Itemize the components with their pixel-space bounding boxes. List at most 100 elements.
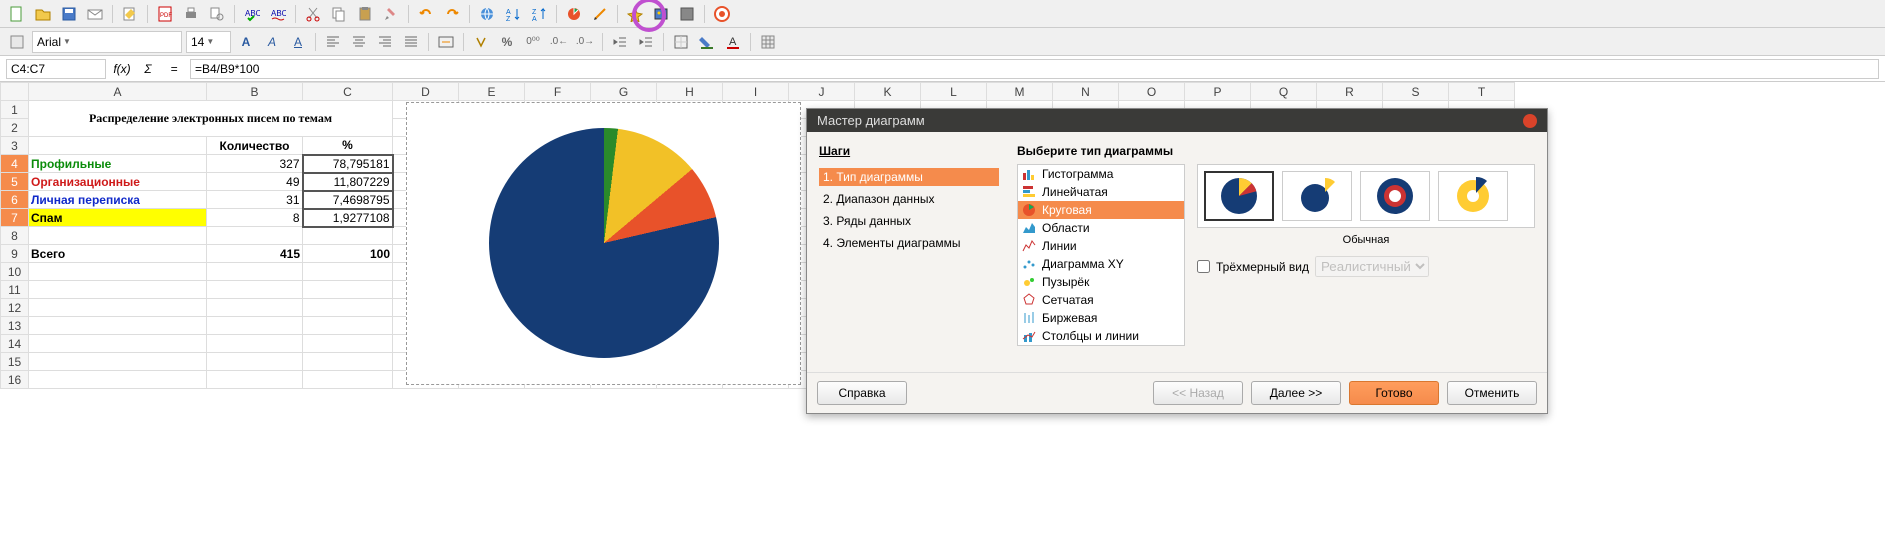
formatting-toolbar: Arial▼ 14▼ A A A % 0⁰⁰ .0← .0→ A bbox=[0, 28, 1885, 56]
sort-asc-icon[interactable]: AZ bbox=[502, 3, 524, 25]
edit-icon[interactable] bbox=[119, 3, 141, 25]
borders-icon[interactable] bbox=[670, 31, 692, 53]
percent-icon[interactable]: % bbox=[496, 31, 518, 53]
save-icon[interactable] bbox=[58, 3, 80, 25]
choose-type-heading: Выберите тип диаграммы bbox=[1017, 144, 1535, 158]
cancel-button[interactable]: Отменить bbox=[1447, 381, 1537, 405]
paste-icon[interactable] bbox=[354, 3, 376, 25]
increase-indent-icon[interactable] bbox=[635, 31, 657, 53]
main-toolbar: PDF ABC ABC AZ ZA bbox=[0, 0, 1885, 28]
align-left-icon[interactable] bbox=[322, 31, 344, 53]
font-size-select[interactable]: 14▼ bbox=[186, 31, 231, 53]
svg-text:ABC: ABC bbox=[271, 9, 286, 18]
font-name-select[interactable]: Arial▼ bbox=[32, 31, 182, 53]
new-doc-icon[interactable] bbox=[6, 3, 28, 25]
redo-icon[interactable] bbox=[441, 3, 463, 25]
select-3d-style: Реалистичный bbox=[1315, 256, 1429, 277]
drawing-icon[interactable] bbox=[589, 3, 611, 25]
email-icon[interactable] bbox=[84, 3, 106, 25]
svg-text:Z: Z bbox=[532, 9, 537, 16]
print-icon[interactable] bbox=[180, 3, 202, 25]
wizard-steps: Шаги 1. Тип диаграммы 2. Диапазон данных… bbox=[819, 144, 999, 360]
remove-decimal-icon[interactable]: .0→ bbox=[574, 31, 596, 53]
close-icon[interactable] bbox=[1523, 114, 1537, 128]
dialog-titlebar[interactable]: Мастер диаграмм bbox=[807, 109, 1547, 132]
subtype-row bbox=[1197, 164, 1535, 228]
merge-cells-icon[interactable] bbox=[435, 31, 457, 53]
spellcheck-auto-icon[interactable]: ABC bbox=[267, 3, 289, 25]
bgcolor-icon[interactable] bbox=[696, 31, 718, 53]
pie-chart bbox=[489, 128, 719, 358]
currency-icon[interactable] bbox=[470, 31, 492, 53]
type-xy[interactable]: Диаграмма XY bbox=[1018, 255, 1184, 273]
svg-text:A: A bbox=[729, 36, 737, 48]
type-combo[interactable]: Столбцы и линии bbox=[1018, 327, 1184, 345]
steps-heading: Шаги bbox=[819, 144, 999, 158]
sheet-title: Распределение электронных писем по темам bbox=[29, 101, 393, 137]
type-bar[interactable]: Гистограмма bbox=[1018, 165, 1184, 183]
chart-icon[interactable] bbox=[563, 3, 585, 25]
checkbox-3d[interactable] bbox=[1197, 260, 1210, 273]
svg-text:PDF: PDF bbox=[160, 13, 172, 19]
number-format-icon[interactable]: 0⁰⁰ bbox=[522, 31, 544, 53]
undo-icon[interactable] bbox=[415, 3, 437, 25]
chart-object[interactable] bbox=[406, 102, 801, 385]
grid-toggle-icon[interactable] bbox=[757, 31, 779, 53]
step-chart-type[interactable]: 1. Тип диаграммы bbox=[819, 168, 999, 186]
spellcheck-icon[interactable]: ABC bbox=[241, 3, 263, 25]
svg-text:A: A bbox=[532, 16, 537, 22]
type-hbar[interactable]: Линейчатая bbox=[1018, 183, 1184, 201]
hyperlink-icon[interactable] bbox=[476, 3, 498, 25]
underline-icon[interactable]: A bbox=[287, 31, 309, 53]
subtype-donut[interactable] bbox=[1360, 171, 1430, 221]
datasources-icon[interactable] bbox=[676, 3, 698, 25]
function-wizard-icon[interactable]: f(x) bbox=[112, 62, 132, 76]
help-icon[interactable] bbox=[711, 3, 733, 25]
format-paintbrush-icon[interactable] bbox=[380, 3, 402, 25]
dialog-title: Мастер диаграмм bbox=[817, 113, 925, 128]
step-data-series[interactable]: 3. Ряды данных bbox=[819, 212, 999, 230]
fontcolor-icon[interactable]: A bbox=[722, 31, 744, 53]
step-data-range[interactable]: 2. Диапазон данных bbox=[819, 190, 999, 208]
next-button[interactable]: Далее >> bbox=[1251, 381, 1341, 405]
help-button[interactable]: Справка bbox=[817, 381, 907, 405]
type-bubble[interactable]: Пузырёк bbox=[1018, 273, 1184, 291]
equals-icon[interactable]: = bbox=[164, 62, 184, 76]
styles-icon[interactable] bbox=[6, 31, 28, 53]
align-center-icon[interactable] bbox=[348, 31, 370, 53]
col-header[interactable]: A bbox=[29, 83, 207, 101]
decrease-indent-icon[interactable] bbox=[609, 31, 631, 53]
wizard-footer: Справка << Назад Далее >> Готово Отменит… bbox=[807, 372, 1547, 413]
formula-input[interactable]: =B4/B9*100 bbox=[190, 59, 1879, 79]
italic-icon[interactable]: A bbox=[261, 31, 283, 53]
subtype-exploded-donut[interactable] bbox=[1438, 171, 1508, 221]
cut-icon[interactable] bbox=[302, 3, 324, 25]
svg-text:A: A bbox=[506, 9, 511, 16]
subtype-exploded[interactable] bbox=[1282, 171, 1352, 221]
subtype-normal[interactable] bbox=[1204, 171, 1274, 221]
type-area[interactable]: Области bbox=[1018, 219, 1184, 237]
open-icon[interactable] bbox=[32, 3, 54, 25]
sum-icon[interactable]: Σ bbox=[138, 62, 158, 76]
copy-icon[interactable] bbox=[328, 3, 350, 25]
col-header[interactable]: B bbox=[207, 83, 303, 101]
finish-button[interactable]: Готово bbox=[1349, 381, 1439, 405]
type-net[interactable]: Сетчатая bbox=[1018, 291, 1184, 309]
add-decimal-icon[interactable]: .0← bbox=[548, 31, 570, 53]
bold-icon[interactable]: A bbox=[235, 31, 257, 53]
back-button: << Назад bbox=[1153, 381, 1243, 405]
formula-bar: C4:C7 f(x) Σ = =B4/B9*100 bbox=[0, 56, 1885, 82]
step-chart-elements[interactable]: 4. Элементы диаграммы bbox=[819, 234, 999, 252]
align-right-icon[interactable] bbox=[374, 31, 396, 53]
col-header[interactable]: C bbox=[303, 83, 393, 101]
sort-desc-icon[interactable]: ZA bbox=[528, 3, 550, 25]
svg-text:Z: Z bbox=[506, 16, 511, 22]
pdf-icon[interactable]: PDF bbox=[154, 3, 176, 25]
type-pie[interactable]: Круговая bbox=[1018, 201, 1184, 219]
type-stock[interactable]: Биржевая bbox=[1018, 309, 1184, 327]
align-justify-icon[interactable] bbox=[400, 31, 422, 53]
preview-icon[interactable] bbox=[206, 3, 228, 25]
type-line[interactable]: Линии bbox=[1018, 237, 1184, 255]
cell-reference-box[interactable]: C4:C7 bbox=[6, 59, 106, 79]
chart-type-list[interactable]: Гистограмма Линейчатая Круговая Области … bbox=[1017, 164, 1185, 346]
